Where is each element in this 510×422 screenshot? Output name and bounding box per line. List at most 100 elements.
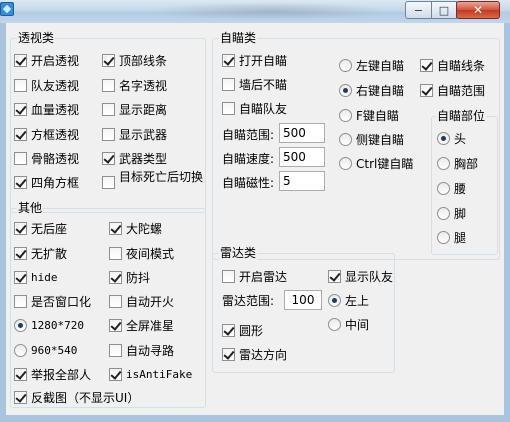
checkbox-box-esp[interactable]: 方框透视: [14, 128, 79, 142]
radio-circle[interactable]: [339, 59, 352, 72]
checkbox-night-mode[interactable]: 夜间模式: [109, 247, 174, 261]
checkbox-auto-path[interactable]: 自动寻路: [109, 344, 174, 358]
checkbox-report-all[interactable]: 举报全部人: [14, 368, 91, 382]
aim-magnetism-input[interactable]: 5: [279, 171, 325, 191]
checkbox-box[interactable]: [14, 368, 27, 381]
checkbox-hide[interactable]: hide: [14, 271, 58, 285]
radio-circle[interactable]: [437, 231, 450, 244]
checkbox-box[interactable]: [14, 295, 27, 308]
checkbox-is-anti-fake[interactable]: isAntiFake: [109, 368, 192, 382]
radio-circle[interactable]: [437, 207, 450, 220]
radio-circle[interactable]: [339, 157, 352, 170]
radio-circle[interactable]: [328, 318, 341, 331]
radio-circle[interactable]: [339, 133, 352, 146]
radio-circle[interactable]: [437, 182, 450, 195]
checkbox-box[interactable]: [222, 348, 235, 361]
radio-left-key-aim[interactable]: 左键自瞄: [339, 59, 404, 73]
checkbox-box[interactable]: [222, 324, 235, 337]
radio-aim-head[interactable]: 头: [437, 132, 466, 146]
radio-circle[interactable]: [437, 157, 450, 170]
checkbox-spinbot[interactable]: 大陀螺: [109, 222, 162, 236]
checkbox-box[interactable]: [222, 270, 235, 283]
checkbox-box[interactable]: [14, 128, 27, 141]
checkbox-fullscreen-crosshair[interactable]: 全屏准星: [109, 319, 174, 333]
maximize-button[interactable]: □: [431, 1, 457, 19]
checkbox-top-line[interactable]: 顶部线条: [102, 54, 167, 68]
radio-resolution-1280[interactable]: 1280*720: [14, 319, 84, 333]
radio-side-key-aim[interactable]: 侧键自瞄: [339, 133, 404, 147]
checkbox-box[interactable]: [420, 84, 433, 97]
checkbox-skeleton-esp[interactable]: 骨骼透视: [14, 152, 79, 166]
checkbox-enable-aimbot[interactable]: 打开自瞄: [222, 54, 287, 68]
checkbox-box[interactable]: [109, 368, 122, 381]
radio-circle[interactable]: [437, 132, 450, 145]
checkbox-corner-box[interactable]: 四角方框: [14, 176, 79, 190]
radio-circle[interactable]: [14, 319, 27, 332]
checkbox-box[interactable]: [222, 78, 235, 91]
checkbox-box[interactable]: [102, 79, 115, 92]
checkbox-enable-radar[interactable]: 开启雷达: [222, 270, 287, 284]
checkbox-box[interactable]: [109, 319, 122, 332]
checkbox-box[interactable]: [14, 247, 27, 260]
radio-radar-top-left[interactable]: 左上: [328, 294, 369, 308]
checkbox-anti-screenshot[interactable]: 反截图（不显示UI）: [14, 391, 139, 405]
checkbox-box[interactable]: [222, 54, 235, 67]
checkbox-box[interactable]: [328, 270, 341, 283]
radio-aim-chest[interactable]: 胸部: [437, 157, 478, 171]
checkbox-auto-fire[interactable]: 自动开火: [109, 295, 174, 309]
radio-aim-waist[interactable]: 腰: [437, 182, 466, 196]
checkbox-box[interactable]: [109, 295, 122, 308]
checkbox-radar-circle[interactable]: 圆形: [222, 324, 263, 338]
checkbox-box[interactable]: [14, 271, 27, 284]
radio-circle[interactable]: [14, 344, 27, 357]
checkbox-teammate-esp[interactable]: 队友透视: [14, 79, 79, 93]
checkbox-radar-show-teammates[interactable]: 显示队友: [328, 270, 393, 284]
radio-resolution-960[interactable]: 960*540: [14, 344, 77, 358]
checkbox-anti-shake[interactable]: 防抖: [109, 271, 150, 285]
checkbox-aim-line[interactable]: 自瞄线条: [420, 59, 485, 73]
aim-range-input[interactable]: 500: [279, 123, 325, 143]
radio-circle[interactable]: [328, 294, 341, 307]
radio-right-key-aim[interactable]: 右键自瞄: [339, 84, 404, 98]
checkbox-show-distance[interactable]: 显示距离: [102, 103, 167, 117]
checkbox-box[interactable]: [102, 103, 115, 116]
checkbox-box[interactable]: [14, 222, 27, 235]
checkbox-box[interactable]: [14, 103, 27, 116]
checkbox-box[interactable]: [14, 152, 27, 165]
checkbox-windowed[interactable]: 是否窗口化: [14, 295, 91, 309]
checkbox-box[interactable]: [109, 271, 122, 284]
checkbox-box[interactable]: [109, 344, 122, 357]
checkbox-aim-teammate[interactable]: 自瞄队友: [222, 102, 287, 116]
title-bar[interactable]: − □ ✕: [0, 0, 510, 23]
checkbox-no-spread[interactable]: 无扩散: [14, 247, 67, 261]
checkbox-box[interactable]: [14, 79, 27, 92]
aim-speed-input[interactable]: 500: [279, 147, 325, 167]
checkbox-no-recoil[interactable]: 无后座: [14, 222, 67, 236]
checkbox-box[interactable]: [14, 176, 27, 189]
minimize-button[interactable]: −: [405, 1, 432, 19]
checkbox-health-esp[interactable]: 血量透视: [14, 103, 79, 117]
checkbox-show-weapon[interactable]: 显示武器: [102, 128, 167, 142]
checkbox-box[interactable]: [109, 222, 122, 235]
checkbox-box[interactable]: [420, 59, 433, 72]
radio-circle[interactable]: [339, 84, 352, 97]
checkbox-box[interactable]: [102, 54, 115, 67]
radio-aim-leg[interactable]: 腿: [437, 231, 466, 245]
checkbox-weapon-type[interactable]: 武器类型: [102, 152, 167, 166]
checkbox-aim-range[interactable]: 自瞄范围: [420, 84, 485, 98]
checkbox-box[interactable]: [14, 391, 27, 404]
checkbox-box[interactable]: [102, 152, 115, 165]
radio-f-key-aim[interactable]: F键自瞄: [339, 109, 399, 123]
checkbox-name-esp[interactable]: 名字透视: [102, 79, 167, 93]
checkbox-switch-target-on-death[interactable]: 目标死亡后切换: [102, 171, 223, 189]
radar-range-input[interactable]: 100: [284, 290, 322, 310]
checkbox-box[interactable]: [102, 128, 115, 141]
radio-radar-center[interactable]: 中间: [328, 318, 369, 332]
checkbox-no-aim-behind-wall[interactable]: 墙后不瞄: [222, 78, 287, 92]
checkbox-box[interactable]: [14, 54, 27, 67]
checkbox-box[interactable]: [109, 247, 122, 260]
checkbox-radar-direction[interactable]: 雷达方向: [222, 348, 287, 362]
checkbox-box[interactable]: [102, 176, 115, 189]
checkbox-box[interactable]: [222, 102, 235, 115]
checkbox-open-esp[interactable]: 开启透视: [14, 54, 79, 68]
